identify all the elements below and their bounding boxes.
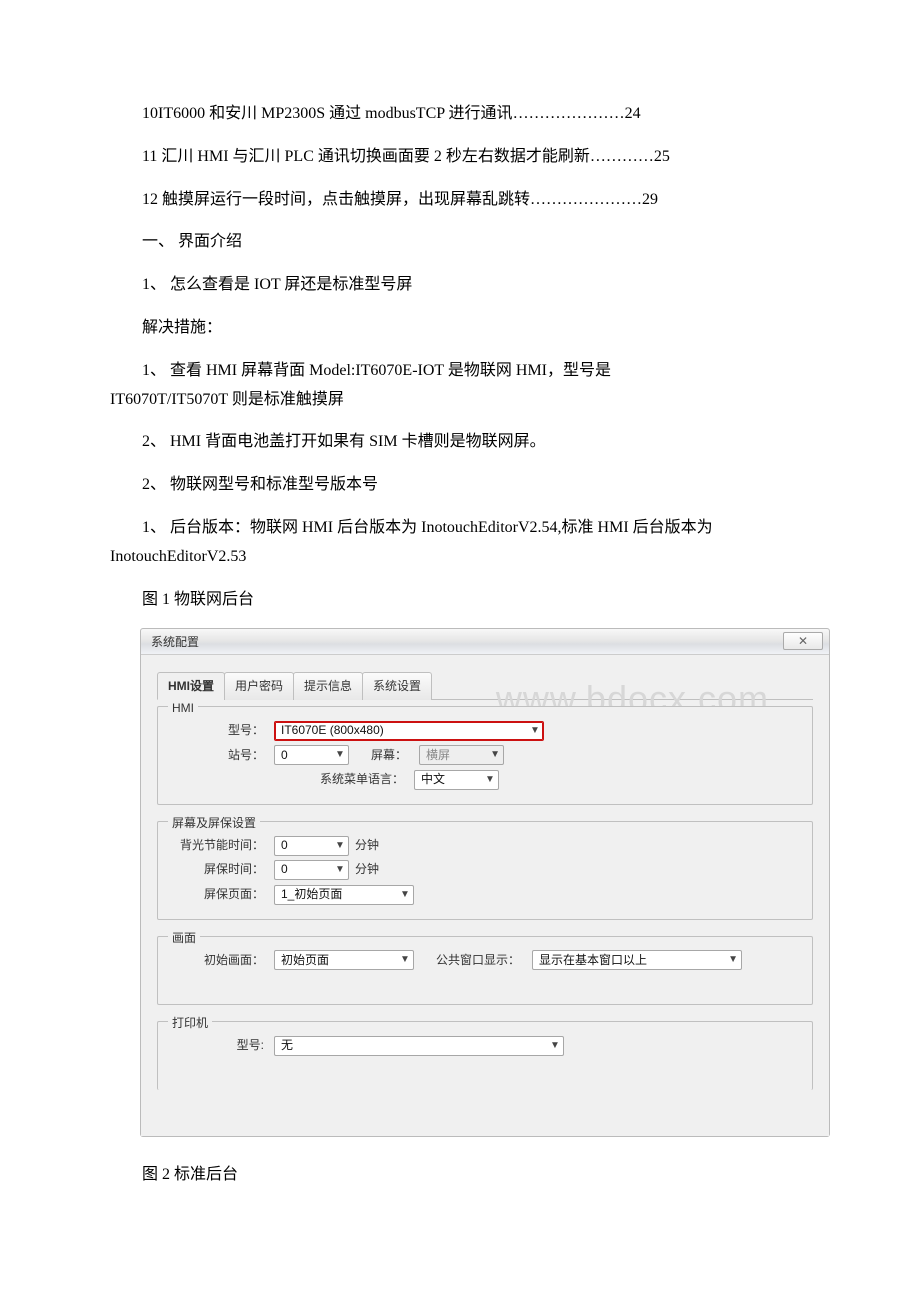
toc-text: 10IT6000 和安川 MP2300S 通过 modbusTCP 进行通讯 (142, 105, 513, 122)
chevron-down-icon: ▼ (484, 775, 496, 785)
minute-unit-1: 分钟 (355, 835, 379, 857)
toc-line-2: 11 汇川 HMI 与汇川 PLC 通讯切换画面要 2 秒左右数据才能刷新………… (110, 143, 810, 172)
hmi-group: HMI 型号： IT6070E (800x480) ▼ 站号： 0 ▼ 屏幕： (157, 706, 813, 805)
toc-text: 11 汇川 HMI 与汇川 PLC 通讯切换画面要 2 秒左右数据才能刷新 (142, 148, 590, 165)
screensaver-group-legend: 屏幕及屏保设置 (168, 813, 260, 835)
screen-orientation-value: 横屏 (426, 745, 450, 767)
toc-line-3: 12 触摸屏运行一段时间，点击触摸屏，出现屏幕乱跳转…………………29 (110, 186, 810, 215)
toc-page: 29 (642, 191, 658, 208)
tab-user-password[interactable]: 用户密码 (224, 672, 294, 700)
screensaver-group: 屏幕及屏保设置 背光节能时间： 0 ▼ 分钟 屏保时间： 0 ▼ 分钟 (157, 821, 813, 920)
question-1: 1、 怎么查看是 IOT 屏还是标准型号屏 (110, 271, 810, 300)
figure-2-caption: 图 2 标准后台 (110, 1161, 810, 1190)
screen-orientation-dropdown: 横屏 ▼ (419, 745, 504, 765)
saver-time-value: 0 (281, 859, 288, 881)
station-label: 站号： (168, 745, 268, 767)
answer-1-line2: IT6070T/IT5070T 则是标准触摸屏 (110, 386, 810, 415)
printer-model-value: 无 (281, 1035, 293, 1057)
backlight-time-label: 背光节能时间： (168, 835, 268, 857)
hmi-group-legend: HMI (168, 698, 198, 720)
saver-page-label: 屏保页面： (168, 884, 268, 906)
chevron-down-icon: ▼ (334, 750, 346, 760)
dialog-title-text: 系统配置 (151, 635, 199, 649)
menu-language-label: 系统菜单语言： (168, 769, 408, 791)
question-2: 2、 物联网型号和标准型号版本号 (110, 471, 810, 500)
figure-1-caption: 图 1 物联网后台 (110, 586, 810, 615)
tab-tips[interactable]: 提示信息 (293, 672, 363, 700)
minute-unit-2: 分钟 (355, 859, 379, 881)
dialog-body: www.bdocx.com HMI设置 用户密码 提示信息 系统设置 HMI 型… (141, 655, 829, 1135)
printer-group: 打印机 型号: 无 ▼ (157, 1021, 813, 1090)
start-screen-dropdown[interactable]: 初始页面 ▼ (274, 950, 414, 970)
chevron-down-icon: ▼ (334, 841, 346, 851)
backlight-time-value: 0 (281, 835, 288, 857)
screen-group-legend: 画面 (168, 928, 200, 950)
close-icon: ✕ (798, 634, 808, 648)
screen-label: 屏幕： (355, 745, 413, 767)
version-line1: 1、 后台版本：物联网 HMI 后台版本为 InotouchEditorV2.5… (110, 514, 810, 543)
backlight-time-dropdown[interactable]: 0 ▼ (274, 836, 349, 856)
chevron-down-icon: ▼ (489, 750, 501, 760)
start-screen-value: 初始页面 (281, 950, 329, 972)
saver-page-value: 1_初始页面 (281, 884, 342, 906)
toc-text: 12 触摸屏运行一段时间，点击触摸屏，出现屏幕乱跳转 (142, 191, 530, 208)
station-value: 0 (281, 745, 288, 767)
tab-system-settings[interactable]: 系统设置 (362, 672, 432, 700)
printer-group-legend: 打印机 (168, 1013, 212, 1035)
model-value: IT6070E (800x480) (281, 720, 384, 742)
model-label: 型号： (168, 720, 268, 742)
public-window-dropdown[interactable]: 显示在基本窗口以上 ▼ (532, 950, 742, 970)
version-line2: InotouchEditorV2.53 (110, 543, 810, 572)
close-button[interactable]: ✕ (783, 632, 823, 650)
tab-hmi-settings[interactable]: HMI设置 (157, 672, 225, 700)
menu-language-value: 中文 (421, 769, 445, 791)
public-window-label: 公共窗口显示： (420, 950, 526, 972)
saver-time-dropdown[interactable]: 0 ▼ (274, 860, 349, 880)
answer-2: 2、 HMI 背面电池盖打开如果有 SIM 卡槽则是物联网屏。 (110, 428, 810, 457)
menu-language-dropdown[interactable]: 中文 ▼ (414, 770, 499, 790)
printer-model-label: 型号: (168, 1035, 268, 1057)
chevron-down-icon: ▼ (399, 890, 411, 900)
dialog-tabs: HMI设置 用户密码 提示信息 系统设置 (157, 671, 813, 700)
printer-model-dropdown[interactable]: 无 ▼ (274, 1036, 564, 1056)
chevron-down-icon: ▼ (727, 955, 739, 965)
screen-group: 画面 初始画面： 初始页面 ▼ 公共窗口显示： 显示在基本窗口以上 ▼ (157, 936, 813, 1006)
dialog-titlebar: 系统配置 ✕ (141, 629, 829, 655)
saver-page-dropdown[interactable]: 1_初始页面 ▼ (274, 885, 414, 905)
answer-1-line1: 1、 查看 HMI 屏幕背面 Model:IT6070E-IOT 是物联网 HM… (110, 357, 810, 386)
chevron-down-icon: ▼ (549, 1041, 561, 1051)
chevron-down-icon: ▼ (529, 726, 541, 736)
model-dropdown[interactable]: IT6070E (800x480) ▼ (274, 721, 544, 741)
saver-time-label: 屏保时间： (168, 859, 268, 881)
system-config-dialog: 系统配置 ✕ www.bdocx.com HMI设置 用户密码 提示信息 系统设… (140, 628, 830, 1136)
start-screen-label: 初始画面： (168, 950, 268, 972)
chevron-down-icon: ▼ (334, 865, 346, 875)
toc-line-1: 10IT6000 和安川 MP2300S 通过 modbusTCP 进行通讯……… (110, 100, 810, 129)
public-window-value: 显示在基本窗口以上 (539, 950, 647, 972)
chevron-down-icon: ▼ (399, 955, 411, 965)
heading-section-1: 一、 界面介绍 (110, 228, 810, 257)
station-dropdown[interactable]: 0 ▼ (274, 745, 349, 765)
toc-page: 25 (654, 148, 670, 165)
solution-label: 解决措施： (110, 314, 810, 343)
toc-page: 24 (625, 105, 641, 122)
